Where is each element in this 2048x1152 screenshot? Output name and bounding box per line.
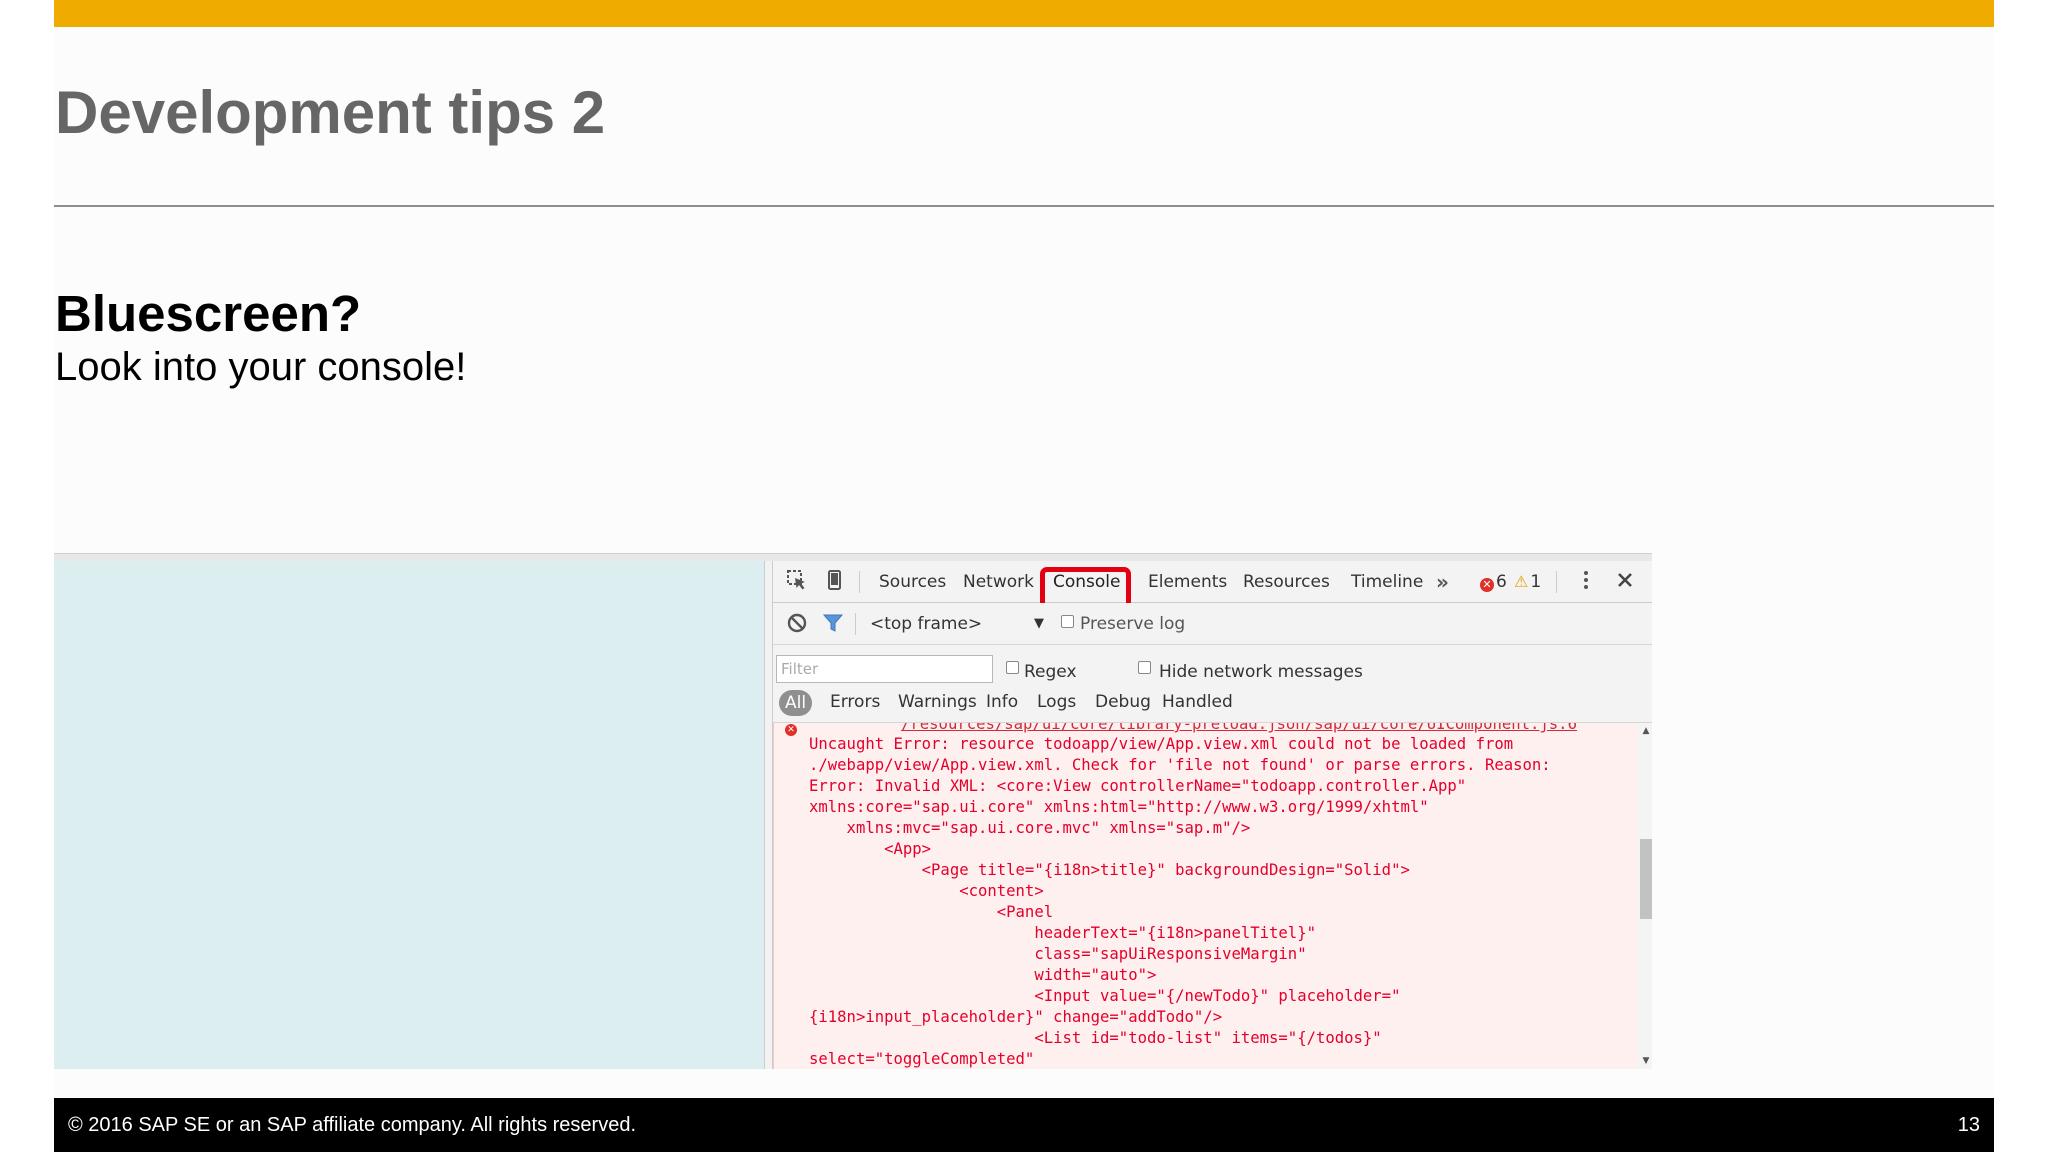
- preserve-log-label: Preserve log: [1080, 614, 1186, 634]
- level-debug[interactable]: Debug: [1095, 683, 1151, 721]
- scroll-thumb[interactable]: [1640, 839, 1652, 919]
- warning-count: 1: [1530, 572, 1542, 592]
- log-line: class="sapUiResponsiveMargin": [809, 945, 1307, 963]
- app-page-area: [54, 561, 764, 1069]
- error-counter[interactable]: ✕ 6: [1480, 561, 1507, 603]
- log-line: ./webapp/view/App.view.xml. Check for 'f…: [809, 756, 1551, 774]
- warning-icon: ⚠: [1514, 572, 1529, 591]
- inspect-element-icon[interactable]: [785, 569, 809, 593]
- slide-subheading: Look into your console!: [55, 345, 467, 389]
- slide: Development tips 2 Bluescreen? Look into…: [54, 0, 1994, 1152]
- title-divider: [54, 205, 1994, 207]
- top-accent-bar: [54, 0, 1994, 27]
- log-line: <Panel: [809, 903, 1054, 921]
- log-line: headerText="{i18n>panelTitel}": [809, 924, 1316, 942]
- devtools-toolbar: Sources Network Console Elements Resourc…: [773, 561, 1652, 609]
- hide-network-checkbox[interactable]: [1138, 661, 1151, 674]
- tab-resources[interactable]: Resources: [1243, 561, 1330, 603]
- error-icon: ✕: [1480, 578, 1494, 592]
- context-selector[interactable]: <top frame>: [870, 603, 982, 645]
- log-line: width="auto">: [809, 966, 1157, 984]
- level-all[interactable]: All: [779, 690, 813, 716]
- copyright-text: © 2016 SAP SE or an SAP affiliate compan…: [68, 1114, 637, 1136]
- level-handled[interactable]: Handled: [1162, 683, 1233, 721]
- log-line: {i18n>input_placeholder}" change="addTod…: [809, 1008, 1223, 1026]
- console-filter-bar: Regex Hide network messages: [773, 645, 1652, 683]
- clear-console-icon[interactable]: [785, 612, 809, 636]
- log-line: <content>: [809, 882, 1044, 900]
- level-warnings[interactable]: Warnings: [898, 683, 977, 721]
- log-source-link[interactable]: /resources/sap/ui/core/library-preload.j…: [901, 723, 1577, 733]
- toolbar-separator: [855, 613, 856, 635]
- dropdown-arrow-icon[interactable]: ▼: [1034, 603, 1044, 645]
- console-context-bar: <top frame> ▼ Preserve log: [773, 603, 1652, 645]
- tab-timeline[interactable]: Timeline: [1351, 561, 1423, 603]
- devtools-splitter[interactable]: [764, 561, 773, 1069]
- page-number: 13: [1957, 1114, 1980, 1136]
- toolbar-separator: [859, 571, 860, 593]
- log-line: <Page title="{i18n>title}" backgroundDes…: [809, 861, 1410, 879]
- error-icon: ✕: [785, 724, 797, 736]
- kebab-menu-icon[interactable]: [1574, 569, 1598, 593]
- log-line: <App>: [809, 840, 932, 858]
- log-line: select="toggleCompleted": [809, 1050, 1035, 1068]
- scroll-up-icon[interactable]: ▲: [1640, 725, 1652, 737]
- error-count: 6: [1496, 572, 1507, 592]
- log-line: <List id="todo-list" items="{/todos}": [809, 1029, 1382, 1047]
- filter-icon[interactable]: [821, 612, 845, 636]
- log-scrollbar[interactable]: ▲ ▼: [1638, 723, 1652, 1069]
- tab-sources[interactable]: Sources: [879, 561, 946, 603]
- log-line: Uncaught Error: resource todoapp/view/Ap…: [809, 735, 1514, 753]
- log-level-bar: All Errors Warnings Info Logs Debug Hand…: [773, 683, 1652, 723]
- tab-elements[interactable]: Elements: [1148, 561, 1227, 603]
- log-line: <Input value="{/newTodo}" placeholder=": [809, 987, 1401, 1005]
- console-log-area[interactable]: ✕ /resources/sap/ui/core/library-preload…: [773, 723, 1652, 1069]
- level-logs[interactable]: Logs: [1037, 683, 1076, 721]
- level-info[interactable]: Info: [986, 683, 1018, 721]
- slide-footer: © 2016 SAP SE or an SAP affiliate compan…: [54, 1098, 1994, 1152]
- close-icon[interactable]: [1613, 569, 1637, 593]
- devtools-panel: Sources Network Console Elements Resourc…: [773, 561, 1652, 1069]
- more-tabs-icon[interactable]: »: [1436, 561, 1449, 603]
- browser-top-edge: [54, 553, 1652, 561]
- toolbar-separator: [1556, 571, 1557, 593]
- tab-network[interactable]: Network: [963, 561, 1034, 603]
- warning-counter[interactable]: ⚠ 1: [1514, 561, 1541, 603]
- browser-screenshot: Sources Network Console Elements Resourc…: [54, 553, 1652, 1069]
- log-line: xmlns:mvc="sap.ui.core.mvc" xmlns="sap.m…: [809, 819, 1251, 837]
- scroll-down-icon[interactable]: ▼: [1640, 1055, 1652, 1067]
- level-errors[interactable]: Errors: [830, 683, 880, 721]
- slide-heading: Bluescreen?: [55, 285, 362, 342]
- filter-input[interactable]: [776, 655, 993, 683]
- log-line: Error: Invalid XML: <core:View controlle…: [809, 777, 1467, 795]
- regex-checkbox[interactable]: [1006, 661, 1019, 674]
- log-line: xmlns:core="sap.ui.core" xmlns:html="htt…: [809, 798, 1429, 816]
- slide-title: Development tips 2: [55, 79, 606, 146]
- device-mode-icon[interactable]: [823, 569, 847, 593]
- preserve-log-checkbox[interactable]: [1061, 615, 1074, 628]
